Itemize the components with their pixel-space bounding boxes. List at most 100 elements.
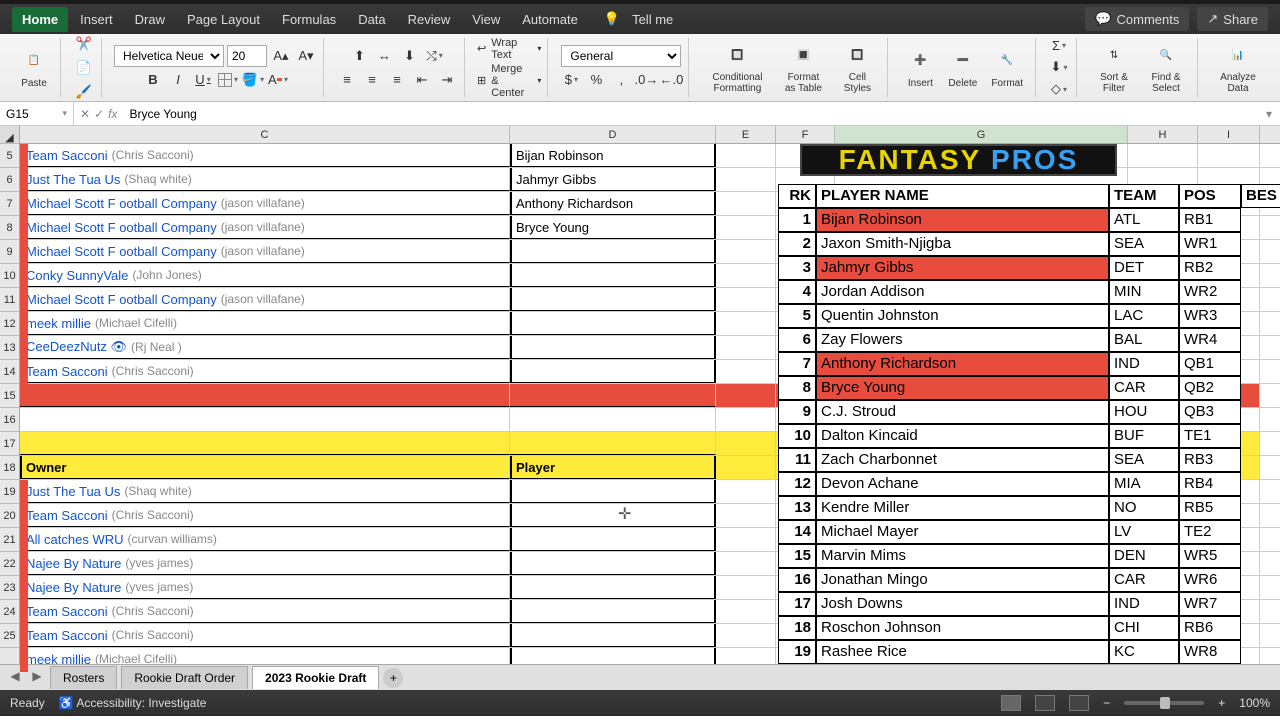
owner-cell[interactable]: Najee By Nature(yves james) <box>20 552 510 575</box>
rank-cell[interactable]: LAC <box>1109 304 1179 328</box>
rank-cell[interactable]: CAR <box>1109 568 1179 592</box>
currency-icon[interactable]: $ <box>560 69 582 91</box>
owner-cell[interactable]: Michael Scott F ootball Company(jason vi… <box>20 192 510 215</box>
player-cell[interactable]: Anthony Richardson <box>510 192 716 215</box>
cell[interactable] <box>716 528 776 551</box>
orientation-icon[interactable]: ⤭ <box>424 45 446 67</box>
rank-cell[interactable]: Bryce Young <box>816 376 1109 400</box>
player-cell[interactable] <box>510 360 716 383</box>
rank-cell[interactable]: 16 <box>778 568 816 592</box>
rank-cell[interactable]: WR1 <box>1179 232 1241 256</box>
rank-cell[interactable]: Jaxon Smith-Njigba <box>816 232 1109 256</box>
tab-draw[interactable]: Draw <box>125 7 175 32</box>
rank-cell[interactable]: RB1 <box>1179 208 1241 232</box>
player-cell[interactable]: Jahmyr Gibbs <box>510 168 716 191</box>
row-header[interactable]: 25 <box>0 624 19 648</box>
decrease-font-icon[interactable]: A▾ <box>295 45 317 67</box>
cell[interactable] <box>716 192 776 215</box>
merge-center-button[interactable]: ⊞ Merge & Center ▾ <box>477 63 541 99</box>
row-header[interactable]: 10 <box>0 264 19 288</box>
tab-automate[interactable]: Automate <box>512 7 588 32</box>
rank-header-cell[interactable]: PLAYER NAME <box>816 184 1109 208</box>
cell[interactable] <box>716 216 776 239</box>
rank-cell[interactable]: WR7 <box>1179 592 1241 616</box>
tab-nav-next-icon[interactable]: ▶ <box>28 669 46 687</box>
player-cell[interactable] <box>510 600 716 623</box>
rank-cell[interactable]: RB2 <box>1179 256 1241 280</box>
owner-cell[interactable]: Michael Scott F ootball Company(jason vi… <box>20 240 510 263</box>
cell[interactable] <box>510 408 716 431</box>
row-headers[interactable]: ◢ 5678910111213141516171819202122232425 <box>0 126 20 664</box>
rank-cell[interactable]: 14 <box>778 520 816 544</box>
zoom-slider[interactable] <box>1124 701 1204 705</box>
format-cells-button[interactable]: 🔧Format <box>985 45 1029 91</box>
tell-me[interactable]: Tell me <box>622 7 683 32</box>
autosum-icon[interactable]: Σ <box>1048 37 1070 54</box>
owner-cell[interactable]: Conky SunnyVale(John Jones) <box>20 264 510 287</box>
rank-cell[interactable]: RB6 <box>1179 616 1241 640</box>
rank-cell[interactable]: IND <box>1109 592 1179 616</box>
fx-icon[interactable]: fx <box>108 107 117 121</box>
cell[interactable] <box>716 264 776 287</box>
rank-cell[interactable]: 5 <box>778 304 816 328</box>
rank-cell[interactable]: QB2 <box>1179 376 1241 400</box>
clear-icon[interactable]: ◇ <box>1048 80 1070 98</box>
name-box[interactable]: G15 ▾ <box>0 102 74 125</box>
rank-cell[interactable]: WR2 <box>1179 280 1241 304</box>
row-header[interactable]: 14 <box>0 360 19 384</box>
rank-cell[interactable]: 12 <box>778 472 816 496</box>
rank-cell[interactable]: Jordan Addison <box>816 280 1109 304</box>
rank-cell[interactable]: Quentin Johnston <box>816 304 1109 328</box>
rank-cell[interactable]: DET <box>1109 256 1179 280</box>
player-cell[interactable] <box>510 480 716 503</box>
rank-cell[interactable]: 8 <box>778 376 816 400</box>
cell-styles-button[interactable]: 🔲Cell Styles <box>833 39 881 96</box>
row-header[interactable]: 16 <box>0 408 19 432</box>
rank-header-cell[interactable]: POS <box>1179 184 1241 208</box>
cell[interactable] <box>716 144 776 167</box>
row-header[interactable]: 23 <box>0 576 19 600</box>
owner-cell[interactable]: Najee By Nature(yves james) <box>20 576 510 599</box>
row-header[interactable]: 5 <box>0 144 19 168</box>
rank-cell[interactable]: Devon Achane <box>816 472 1109 496</box>
fill-color-button[interactable]: 🪣 <box>242 69 264 91</box>
rank-cell[interactable]: Dalton Kincaid <box>816 424 1109 448</box>
cell[interactable] <box>20 408 510 431</box>
row-header[interactable]: 22 <box>0 552 19 576</box>
cell[interactable] <box>716 504 776 527</box>
format-as-table-button[interactable]: 🔳Format as Table <box>775 39 831 96</box>
row-header[interactable]: 11 <box>0 288 19 312</box>
font-color-button[interactable]: A <box>267 69 289 91</box>
owner-cell[interactable]: CeeDeezNutz 👁(Rj Neal ) <box>20 336 510 359</box>
cell[interactable] <box>20 432 510 455</box>
row-header[interactable]: 18 <box>0 456 19 480</box>
align-bottom-icon[interactable]: ⬇ <box>399 45 421 67</box>
format-painter-icon[interactable]: 🖌️ <box>73 83 95 101</box>
owner-cell[interactable]: meek millie(Michael Cifelli) <box>20 648 510 664</box>
fill-icon[interactable]: ⬇ <box>1048 58 1070 76</box>
align-right-icon[interactable]: ≡ <box>386 69 408 91</box>
sheet-tab[interactable]: Rookie Draft Order <box>121 666 248 689</box>
column-headers[interactable]: CDEFGHI <box>20 126 1280 144</box>
player-cell[interactable] <box>510 576 716 599</box>
normal-view-icon[interactable] <box>1001 695 1021 711</box>
tab-home[interactable]: Home <box>12 7 68 32</box>
underline-button[interactable]: U <box>192 69 214 91</box>
rank-cell[interactable]: 3 <box>778 256 816 280</box>
rank-cell[interactable]: KC <box>1109 640 1179 664</box>
delete-cells-button[interactable]: ➖Delete <box>942 45 983 91</box>
rank-cell[interactable]: WR4 <box>1179 328 1241 352</box>
bold-button[interactable]: B <box>142 69 164 91</box>
increase-indent-icon[interactable]: ⇥ <box>436 69 458 91</box>
owner-cell[interactable]: Team Sacconi(Chris Sacconi) <box>20 600 510 623</box>
rank-cell[interactable]: WR8 <box>1179 640 1241 664</box>
rank-cell[interactable]: Roschon Johnson <box>816 616 1109 640</box>
align-left-icon[interactable]: ≡ <box>336 69 358 91</box>
rank-cell[interactable]: MIA <box>1109 472 1179 496</box>
rank-cell[interactable]: Kendre Miller <box>816 496 1109 520</box>
player-cell[interactable] <box>510 240 716 263</box>
conditional-formatting-button[interactable]: 🔲Conditional Formatting <box>701 39 773 96</box>
rank-cell[interactable]: Zay Flowers <box>816 328 1109 352</box>
analyze-data-button[interactable]: 📊Analyze Data <box>1210 39 1266 96</box>
owner-cell[interactable]: Michael Scott F ootball Company(jason vi… <box>20 288 510 311</box>
